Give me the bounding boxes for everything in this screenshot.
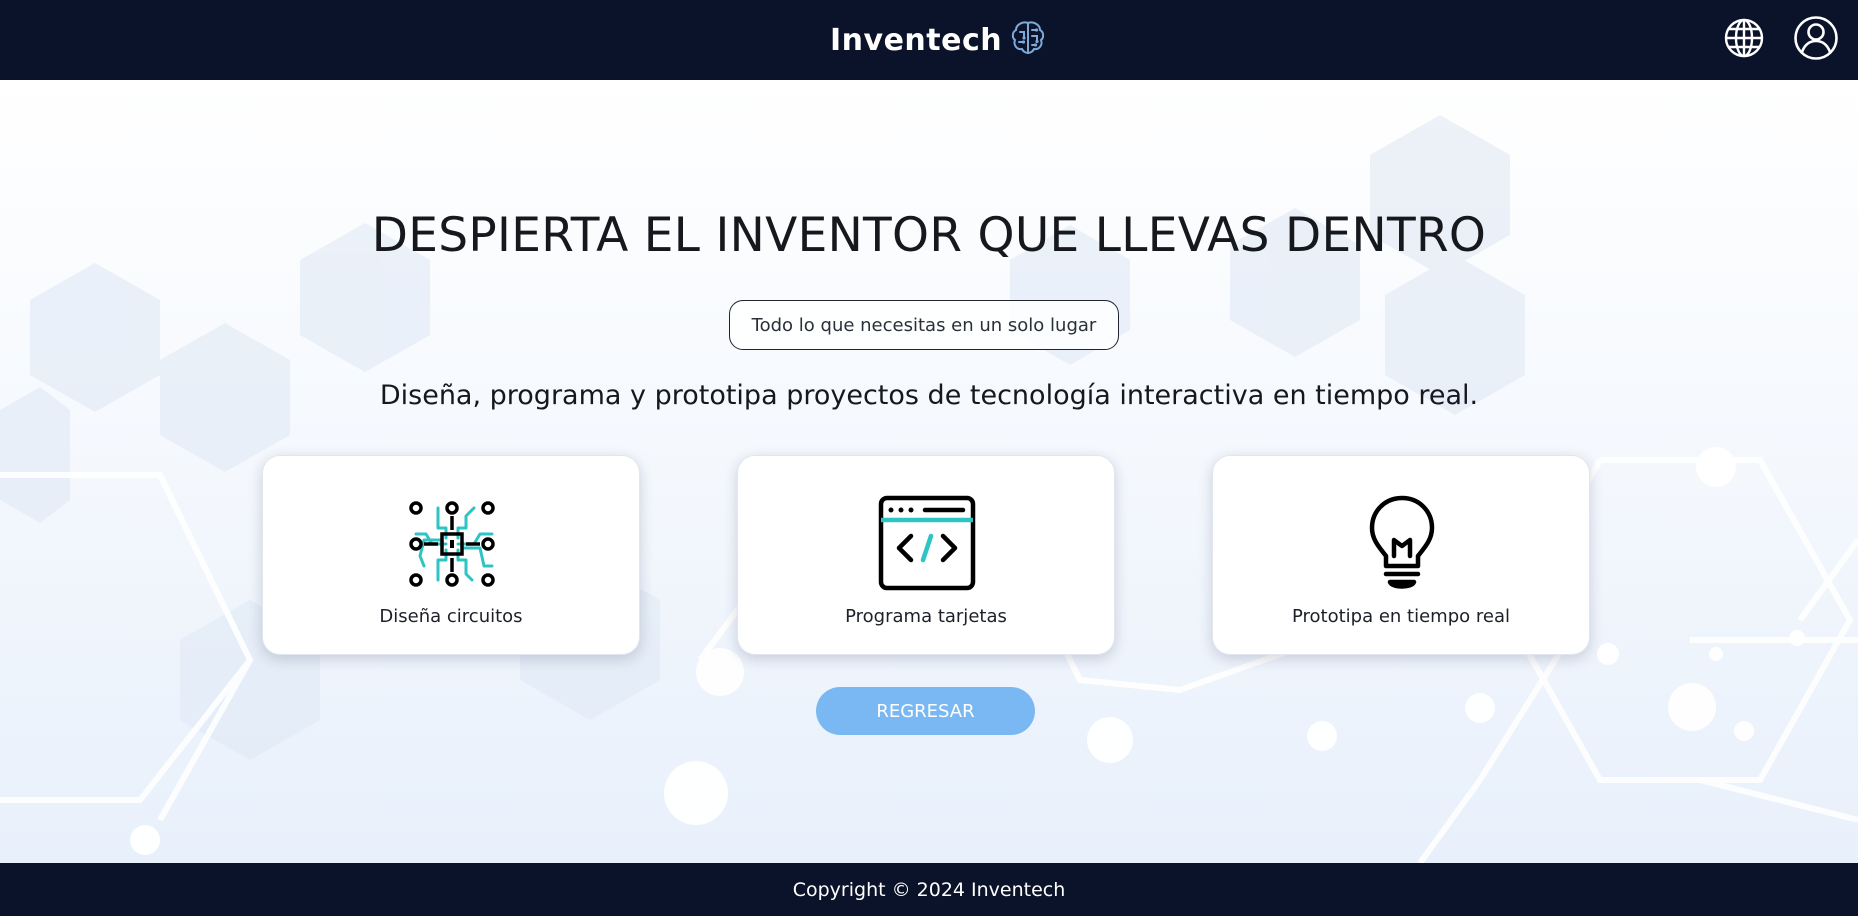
language-button[interactable]: [1718, 14, 1770, 66]
user-circle-icon: [1793, 15, 1839, 66]
footer: Copyright © 2024 Inventech: [0, 863, 1858, 916]
feature-card-program-boards[interactable]: Programa tarjetas: [737, 455, 1115, 655]
feature-label: Programa tarjetas: [845, 606, 1007, 627]
circuit-chip-icon: [402, 494, 502, 594]
feature-card-design-circuits[interactable]: Diseña circuitos: [262, 455, 640, 655]
feature-label: Diseña circuitos: [379, 606, 523, 627]
top-navbar: Inventech: [0, 0, 1858, 80]
hero-description: Diseña, programa y prototipa proyectos d…: [379, 380, 1479, 411]
brain-circuit-icon: [1008, 18, 1048, 63]
account-button[interactable]: [1790, 14, 1842, 66]
tagline-badge: Todo lo que necesitas en un solo lugar: [729, 300, 1119, 350]
brand-name: Inventech: [830, 22, 1003, 58]
back-button[interactable]: REGRESAR: [816, 687, 1035, 735]
hero-section: DESPIERTA EL INVENTOR QUE LLEVAS DENTRO …: [0, 80, 1858, 863]
feature-card-prototype-realtime[interactable]: Prototipa en tiempo real: [1212, 455, 1590, 655]
page: Inventech DESPIERTA EL INVENTOR QUE LLEV…: [0, 0, 1858, 916]
page-title: DESPIERTA EL INVENTOR QUE LLEVAS DENTRO: [371, 208, 1487, 263]
brand-logo[interactable]: Inventech: [830, 18, 1048, 62]
copyright-text: Copyright © 2024 Inventech: [792, 878, 1066, 901]
lightbulb-icon: [1352, 494, 1452, 594]
globe-icon: [1723, 17, 1765, 64]
feature-label: Prototipa en tiempo real: [1291, 606, 1510, 627]
code-window-icon: [877, 494, 977, 594]
